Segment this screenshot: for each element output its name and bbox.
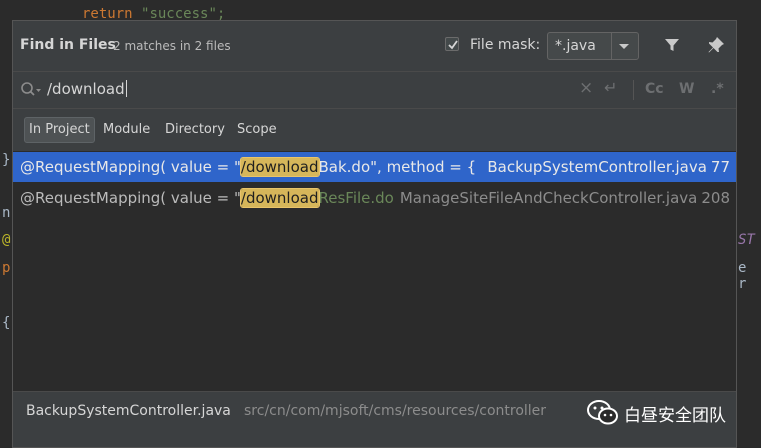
searchbar-separator	[633, 80, 634, 100]
wechat-icon	[587, 400, 618, 425]
editor-right-text: e r	[738, 260, 747, 292]
tab-scope[interactable]: Scope	[233, 117, 281, 143]
result-file: ManageSiteFileAndCheckController.java 208	[393, 183, 730, 213]
result-file: BackupSystemController.java 77	[481, 152, 730, 182]
editor-left-char: @	[2, 232, 11, 248]
pin-icon[interactable]	[706, 35, 726, 55]
whole-words-toggle[interactable]: W	[679, 81, 694, 97]
result-code: @RequestMapping( value = "/downloadResFi…	[20, 188, 417, 208]
file-mask-checkbox[interactable]	[445, 37, 459, 51]
match-highlight: /download	[239, 157, 320, 177]
file-mask-value: *.java	[555, 38, 596, 54]
results-list: @RequestMapping( value = "/downloadBak.d…	[13, 151, 736, 391]
watermark: 白昼安全团队	[586, 398, 726, 428]
popup-title: Find in Files	[20, 37, 116, 53]
checkmark-icon	[448, 40, 458, 50]
footer-file-name: BackupSystemController.java	[26, 403, 231, 419]
file-mask-combo[interactable]: *.java	[547, 32, 639, 60]
footer-file-path: src/cn/com/mjsoft/cms/resources/controll…	[244, 403, 547, 419]
newline-icon[interactable]: ↵	[604, 78, 617, 97]
match-summary: 2 matches in 2 files	[113, 39, 231, 53]
result-row[interactable]: @RequestMapping( value = "/downloadResFi…	[13, 183, 736, 213]
result-code: @RequestMapping( value = "/downloadBak.d…	[20, 157, 519, 177]
search-icon[interactable]	[20, 81, 42, 99]
match-case-toggle[interactable]: Cc	[645, 81, 664, 97]
editor-left-char: {	[2, 315, 11, 331]
file-mask-label: File mask:	[470, 37, 541, 53]
regex-toggle[interactable]: .*	[711, 81, 724, 97]
scope-tabs: In Project Module Directory Scope	[13, 109, 736, 151]
editor-right-text: ST	[738, 232, 755, 248]
combo-separator	[611, 33, 612, 59]
search-bar[interactable]: /download × ↵ Cc W .*	[13, 71, 736, 109]
find-in-files-popup: Find in Files 2 matches in 2 files File …	[12, 20, 737, 448]
search-input[interactable]: /download	[47, 80, 127, 98]
clear-icon[interactable]: ×	[579, 78, 593, 98]
result-row[interactable]: @RequestMapping( value = "/downloadBak.d…	[13, 152, 736, 182]
match-highlight: /download	[239, 188, 320, 208]
tab-in-project[interactable]: In Project	[24, 117, 95, 143]
filter-icon[interactable]	[663, 36, 681, 54]
chevron-down-icon[interactable]	[616, 38, 632, 54]
text-caret	[125, 80, 127, 97]
editor-left-char: n	[2, 205, 11, 221]
tab-module[interactable]: Module	[99, 117, 154, 143]
watermark-text: 白昼安全团队	[624, 406, 726, 426]
editor-left-char: }	[2, 152, 11, 168]
editor-left-char: p	[2, 260, 11, 276]
popup-header: Find in Files 2 matches in 2 files File …	[13, 21, 736, 71]
tab-directory[interactable]: Directory	[161, 117, 229, 143]
